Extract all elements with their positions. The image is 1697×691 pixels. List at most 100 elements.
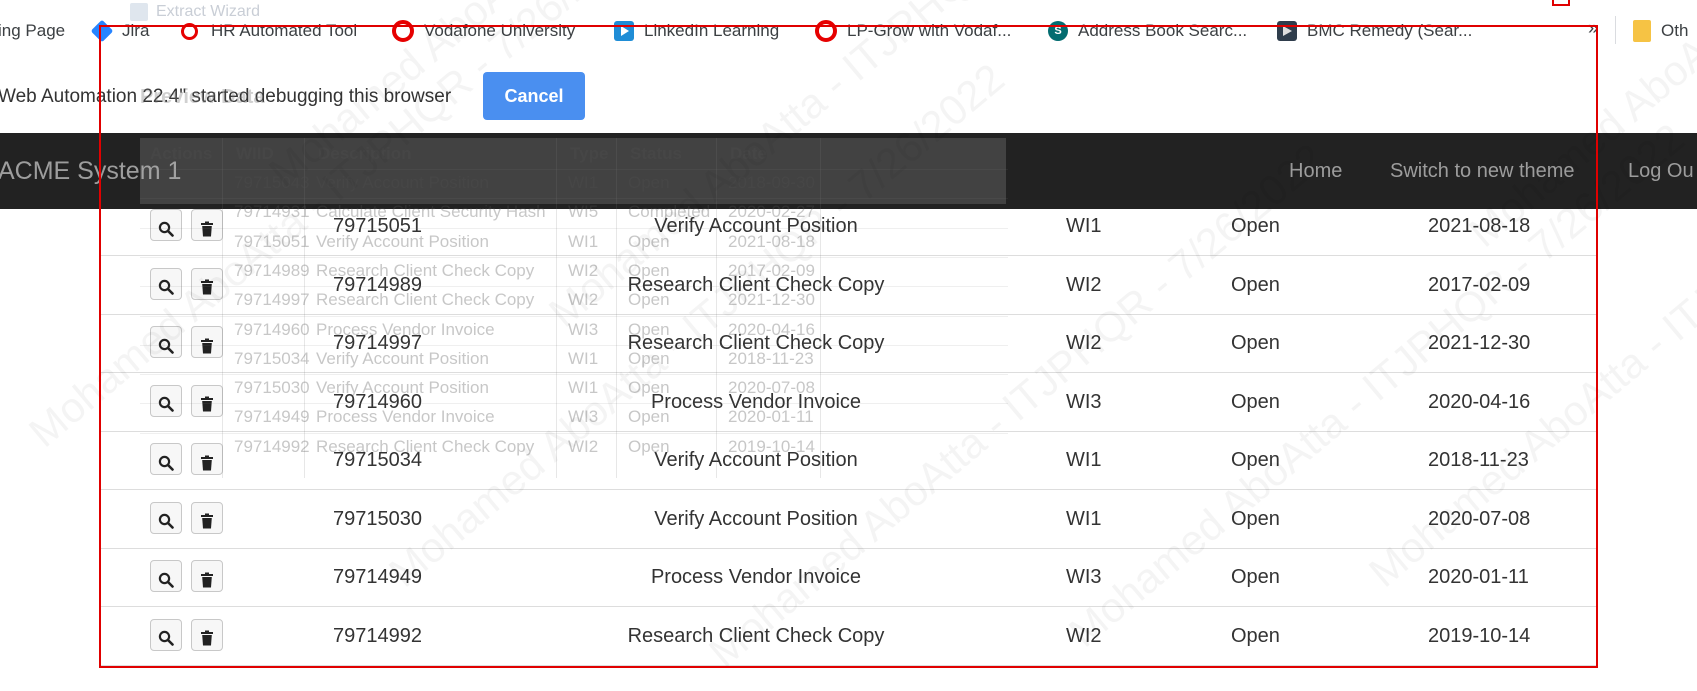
ghost-preview-title: Preview Data: [140, 86, 265, 108]
vodafone-icon: [815, 20, 837, 42]
cell-status: Open: [1231, 449, 1280, 471]
search-icon: [151, 396, 181, 412]
search-icon: [151, 338, 181, 354]
bmc-icon: [1277, 21, 1297, 41]
trash-icon: [192, 455, 222, 471]
table-row: 79715051 Verify Account Position WI1 Open 20…: [100, 197, 1596, 256]
ghost-table-header-bg: [140, 138, 1006, 204]
cell-type: WI2: [1066, 273, 1102, 296]
table-row: 79714997 Research Client Check Copy WI2 Ope…: [100, 314, 1596, 373]
cell-status: Open: [1231, 332, 1280, 354]
bookmark-linkedin-learning[interactable]: LinkedIn Learning: [614, 18, 779, 44]
cell-type: WI3: [1066, 566, 1102, 588]
bookmark-label: HR Automated Tool: [211, 21, 358, 40]
delete-item-button[interactable]: [191, 384, 223, 417]
search-icon: [151, 279, 181, 295]
cell-wiid: 79714960: [333, 390, 422, 413]
delete-item-button[interactable]: [191, 618, 223, 651]
cell-type: WI1: [1066, 215, 1102, 237]
trash-icon: [192, 572, 222, 588]
bookmark-label: ing Page: [0, 21, 66, 40]
cell-description: Verify Account Position: [654, 215, 858, 237]
cell-wiid: 79715030: [333, 507, 422, 530]
search-icon: [151, 630, 181, 646]
cell-description: Research Client Check Copy: [627, 332, 885, 354]
sharepoint-icon: S: [1048, 21, 1068, 41]
cell-wiid: 79715051: [333, 215, 422, 237]
bookmark-address-book[interactable]: S Address Book Searc...: [1048, 18, 1247, 44]
bookmark-lp-grow[interactable]: LP-Grow with Vodaf...: [815, 18, 1011, 44]
cell-date: 2018-11-23: [1428, 449, 1529, 471]
table-row: 79714989 Research Client Check Copy WI2 Ope…: [100, 256, 1596, 315]
view-item-button[interactable]: [150, 326, 182, 358]
view-item-button[interactable]: [150, 443, 182, 475]
table-row: 79714960 Process Vendor Invoice WI3 Open 202…: [100, 373, 1596, 432]
bookmarks-bar: Extract Wizard ing Page Jira HR Automate…: [0, 0, 1697, 61]
cell-date: 2020-07-08: [1428, 507, 1531, 530]
cell-status: Open: [1231, 215, 1280, 237]
view-item-button[interactable]: [150, 501, 182, 534]
capture-marker: [1552, 0, 1570, 6]
nav-switch-theme-link[interactable]: Switch to new theme: [1390, 160, 1575, 183]
bookmark-label: LP-Grow with Vodaf...: [847, 21, 1012, 40]
cell-type: WI2: [1066, 332, 1102, 354]
table-row: 79714992 Research Client Check Copy WI2 Ope…: [100, 607, 1596, 666]
trash-icon: [192, 221, 222, 237]
linkedin-learning-icon: [614, 21, 634, 41]
cell-wiid: 79714949: [333, 566, 422, 588]
bookmark-other-folder[interactable]: Oth: [1633, 18, 1688, 44]
bookmark-label: Vodafone University: [424, 21, 576, 40]
cell-description: Process Vendor Invoice: [650, 566, 862, 588]
cell-status: Open: [1231, 390, 1280, 413]
view-item-button[interactable]: [150, 267, 182, 300]
bookmark-bmc-remedy[interactable]: BMC Remedy (Sear...: [1277, 18, 1472, 44]
bookmark-jira[interactable]: Jira: [90, 18, 150, 44]
view-item-button[interactable]: [150, 384, 182, 417]
cell-wiid: 79714997: [333, 332, 422, 354]
delete-item-button[interactable]: [191, 501, 223, 534]
cell-type: WI1: [1066, 449, 1102, 471]
search-icon: [151, 221, 181, 237]
cell-type: WI3: [1066, 390, 1102, 413]
trash-icon: [192, 513, 222, 529]
cell-date: 2021-08-18: [1428, 215, 1531, 237]
view-item-button[interactable]: [150, 560, 182, 592]
bookmarks-overflow-button[interactable]: »: [1588, 18, 1599, 40]
vodafone-icon: [392, 20, 414, 42]
cell-description: Verify Account Position: [654, 507, 858, 530]
nav-home-link[interactable]: Home: [1289, 160, 1342, 183]
cell-type: WI2: [1066, 624, 1102, 647]
cell-wiid: 79715034: [333, 449, 422, 471]
nav-logout-link[interactable]: Log Ou: [1628, 160, 1694, 183]
cell-description: Research Client Check Copy: [627, 624, 885, 647]
trash-icon: [192, 338, 222, 354]
cell-date: 2020-01-11: [1428, 566, 1529, 588]
view-item-button[interactable]: [150, 618, 182, 651]
bookmark-label: Jira: [122, 21, 150, 40]
cell-status: Open: [1231, 507, 1280, 530]
bookmark-label: Oth: [1661, 21, 1689, 40]
bookmark-landing-page[interactable]: ing Page: [0, 18, 65, 44]
delete-item-button[interactable]: [191, 209, 223, 241]
cell-description: Verify Account Position: [654, 449, 858, 471]
trash-icon: [192, 396, 222, 412]
cell-wiid: 79714989: [333, 273, 422, 296]
table-row: 79715030 Verify Account Position WI1 Open 20…: [100, 490, 1596, 549]
bookmark-hr-automated-tool[interactable]: HR Automated Tool: [178, 18, 357, 44]
cell-description: Process Vendor Invoice: [650, 390, 862, 413]
bookmarks-divider: [1615, 16, 1616, 44]
cell-description: Research Client Check Copy: [627, 273, 885, 296]
delete-item-button[interactable]: [191, 326, 223, 358]
cancel-debugging-button[interactable]: Cancel: [483, 72, 585, 120]
delete-item-button[interactable]: [191, 443, 223, 475]
table-row: 79714949 Process Vendor Invoice WI3 Open 202…: [100, 548, 1596, 607]
delete-item-button[interactable]: [191, 267, 223, 300]
delete-item-button[interactable]: [191, 560, 223, 592]
search-icon: [151, 455, 181, 471]
view-item-button[interactable]: [150, 209, 182, 241]
cell-status: Open: [1231, 624, 1280, 647]
bookmark-vodafone-university[interactable]: Vodafone University: [392, 18, 575, 44]
vodafone-icon: [181, 22, 198, 40]
cell-type: WI1: [1066, 507, 1102, 530]
cell-date: 2020-04-16: [1428, 390, 1531, 413]
